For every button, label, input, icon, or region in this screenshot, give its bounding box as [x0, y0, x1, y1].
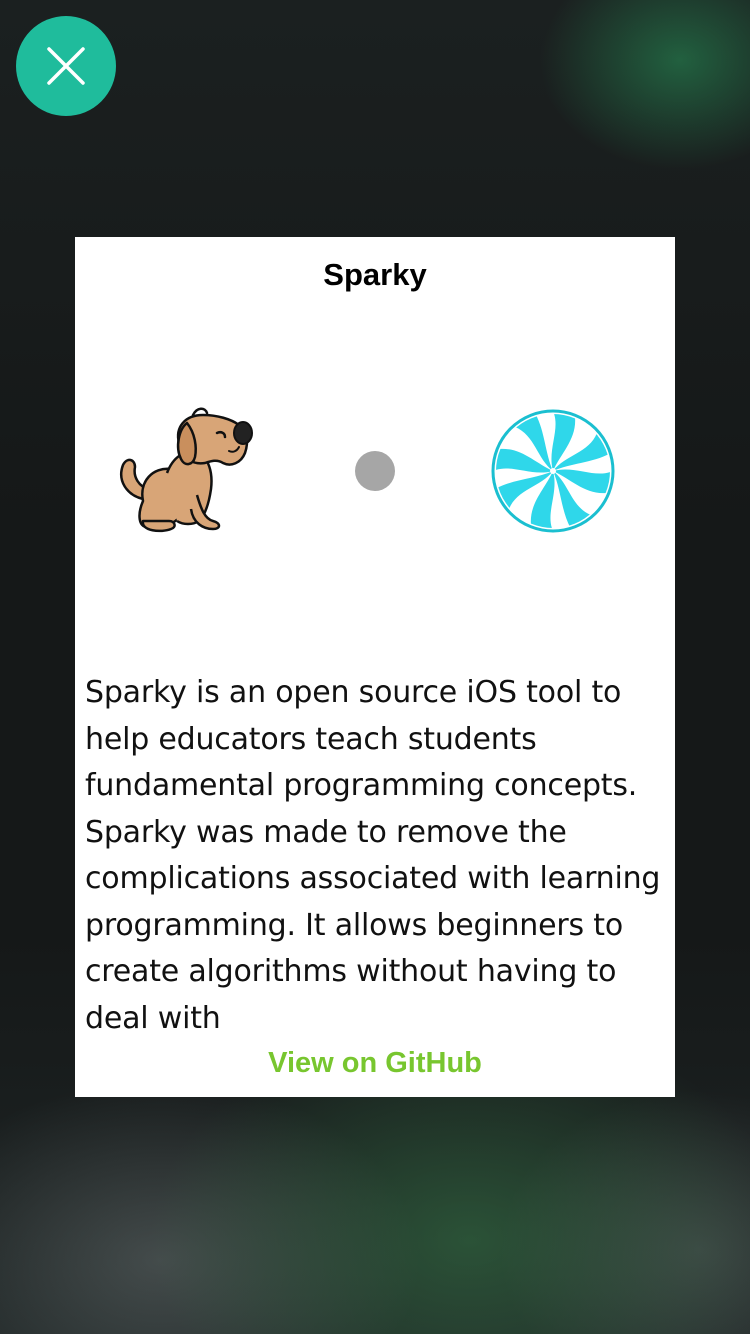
card-title: Sparky: [323, 257, 427, 292]
project-card: Sparky Sparky is an open source iOS tool…: [75, 237, 675, 1097]
dog-icon: [120, 407, 253, 533]
view-on-github-link[interactable]: View on GitHub: [75, 1047, 675, 1080]
dot-icon: [355, 451, 395, 491]
close-icon: [47, 47, 85, 85]
description-scroll-area[interactable]: Sparky is an open source iOS tool to hel…: [85, 670, 670, 1034]
project-description: Sparky is an open source iOS tool to hel…: [85, 675, 661, 1034]
candy-icon: [491, 409, 615, 533]
close-button[interactable]: [16, 16, 116, 116]
